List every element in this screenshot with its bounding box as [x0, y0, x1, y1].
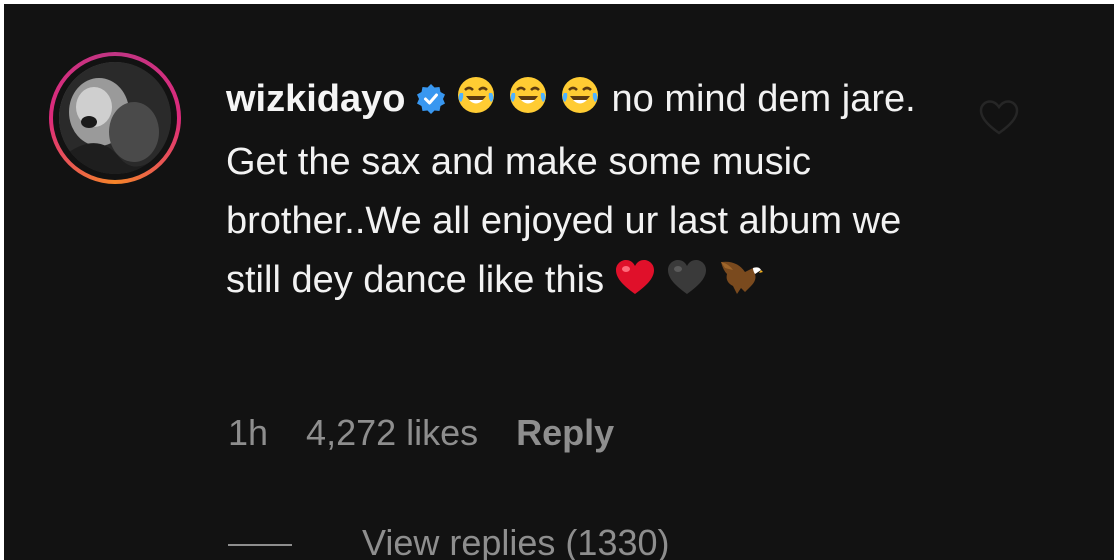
- comment-timestamp[interactable]: 1h: [228, 412, 268, 453]
- avatar-story-ring[interactable]: [49, 52, 181, 184]
- comment-text: wizkidayo no mind dem jare. Get the sax a…: [226, 70, 946, 314]
- username-link[interactable]: wizkidayo: [226, 78, 406, 120]
- avatar-photo: [59, 62, 171, 174]
- face-with-tears-of-joy-icon: [560, 74, 600, 133]
- comment-panel: wizkidayo no mind dem jare. Get the sax a…: [4, 4, 1114, 560]
- reply-button[interactable]: Reply: [516, 412, 614, 453]
- face-with-tears-of-joy-icon: [456, 74, 496, 133]
- eagle-icon: [719, 255, 763, 314]
- avatar[interactable]: [59, 62, 171, 174]
- like-heart-icon[interactable]: [979, 100, 1019, 141]
- black-heart-icon: [667, 255, 707, 314]
- view-replies-button[interactable]: View replies (1330): [228, 522, 670, 560]
- face-with-tears-of-joy-icon: [508, 74, 548, 133]
- replies-divider-line: [228, 544, 292, 547]
- red-heart-icon: [615, 255, 655, 314]
- comment-text-line1: no mind: [611, 78, 747, 120]
- comment-meta: 1h 4,272 likes Reply: [228, 412, 652, 454]
- verified-badge-icon: [416, 73, 446, 132]
- view-replies-label: View replies (1330): [362, 522, 670, 560]
- comment-likes-count[interactable]: 4,272 likes: [306, 412, 478, 453]
